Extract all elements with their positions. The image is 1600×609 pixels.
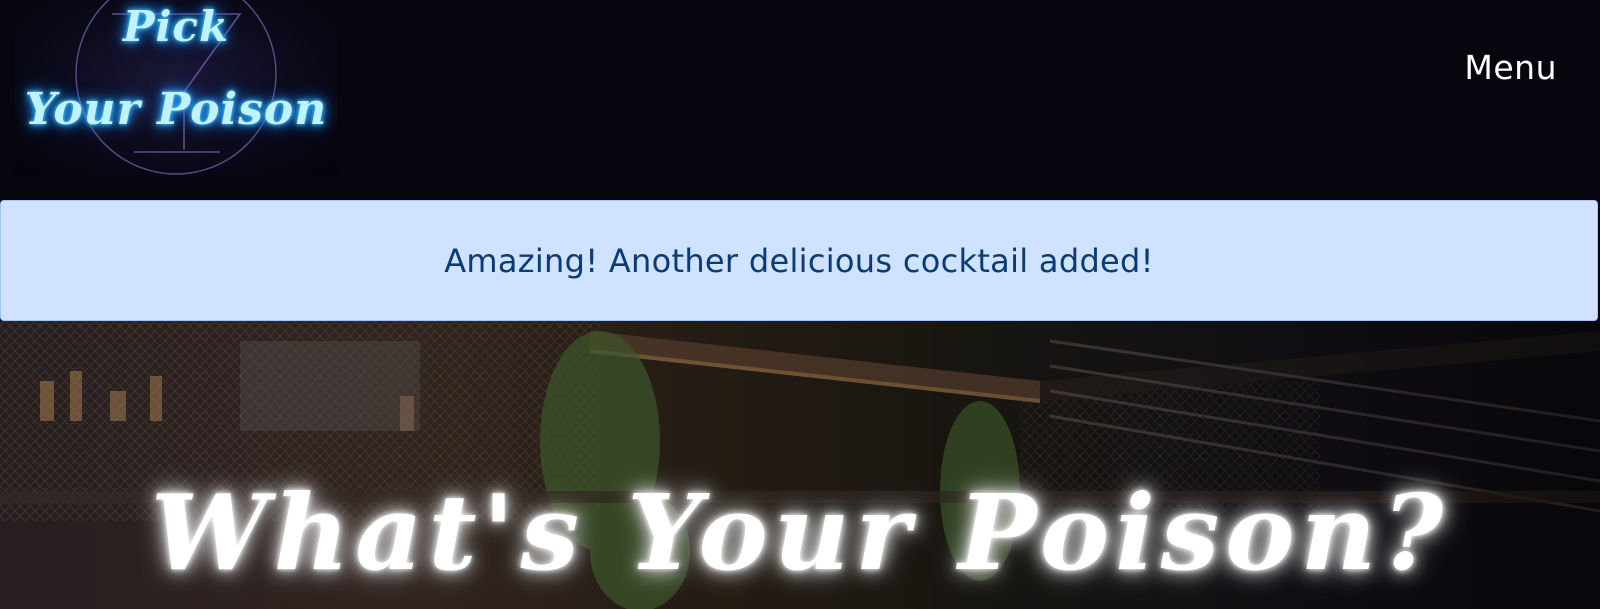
- alert-message: Amazing! Another delicious cocktail adde…: [444, 241, 1154, 280]
- success-alert: Amazing! Another delicious cocktail adde…: [0, 200, 1598, 321]
- hero-banner: What's Your Poison?: [0, 321, 1600, 609]
- menu-button[interactable]: Menu: [1464, 48, 1557, 87]
- logo-text-your-poison: Your Poison: [24, 84, 328, 135]
- hero-title: What's Your Poison?: [150, 471, 1450, 594]
- logo-text-pick: Pick: [122, 2, 230, 51]
- navbar: Pick Your Poison Menu: [0, 0, 1600, 200]
- site-logo[interactable]: Pick Your Poison: [14, 0, 338, 176]
